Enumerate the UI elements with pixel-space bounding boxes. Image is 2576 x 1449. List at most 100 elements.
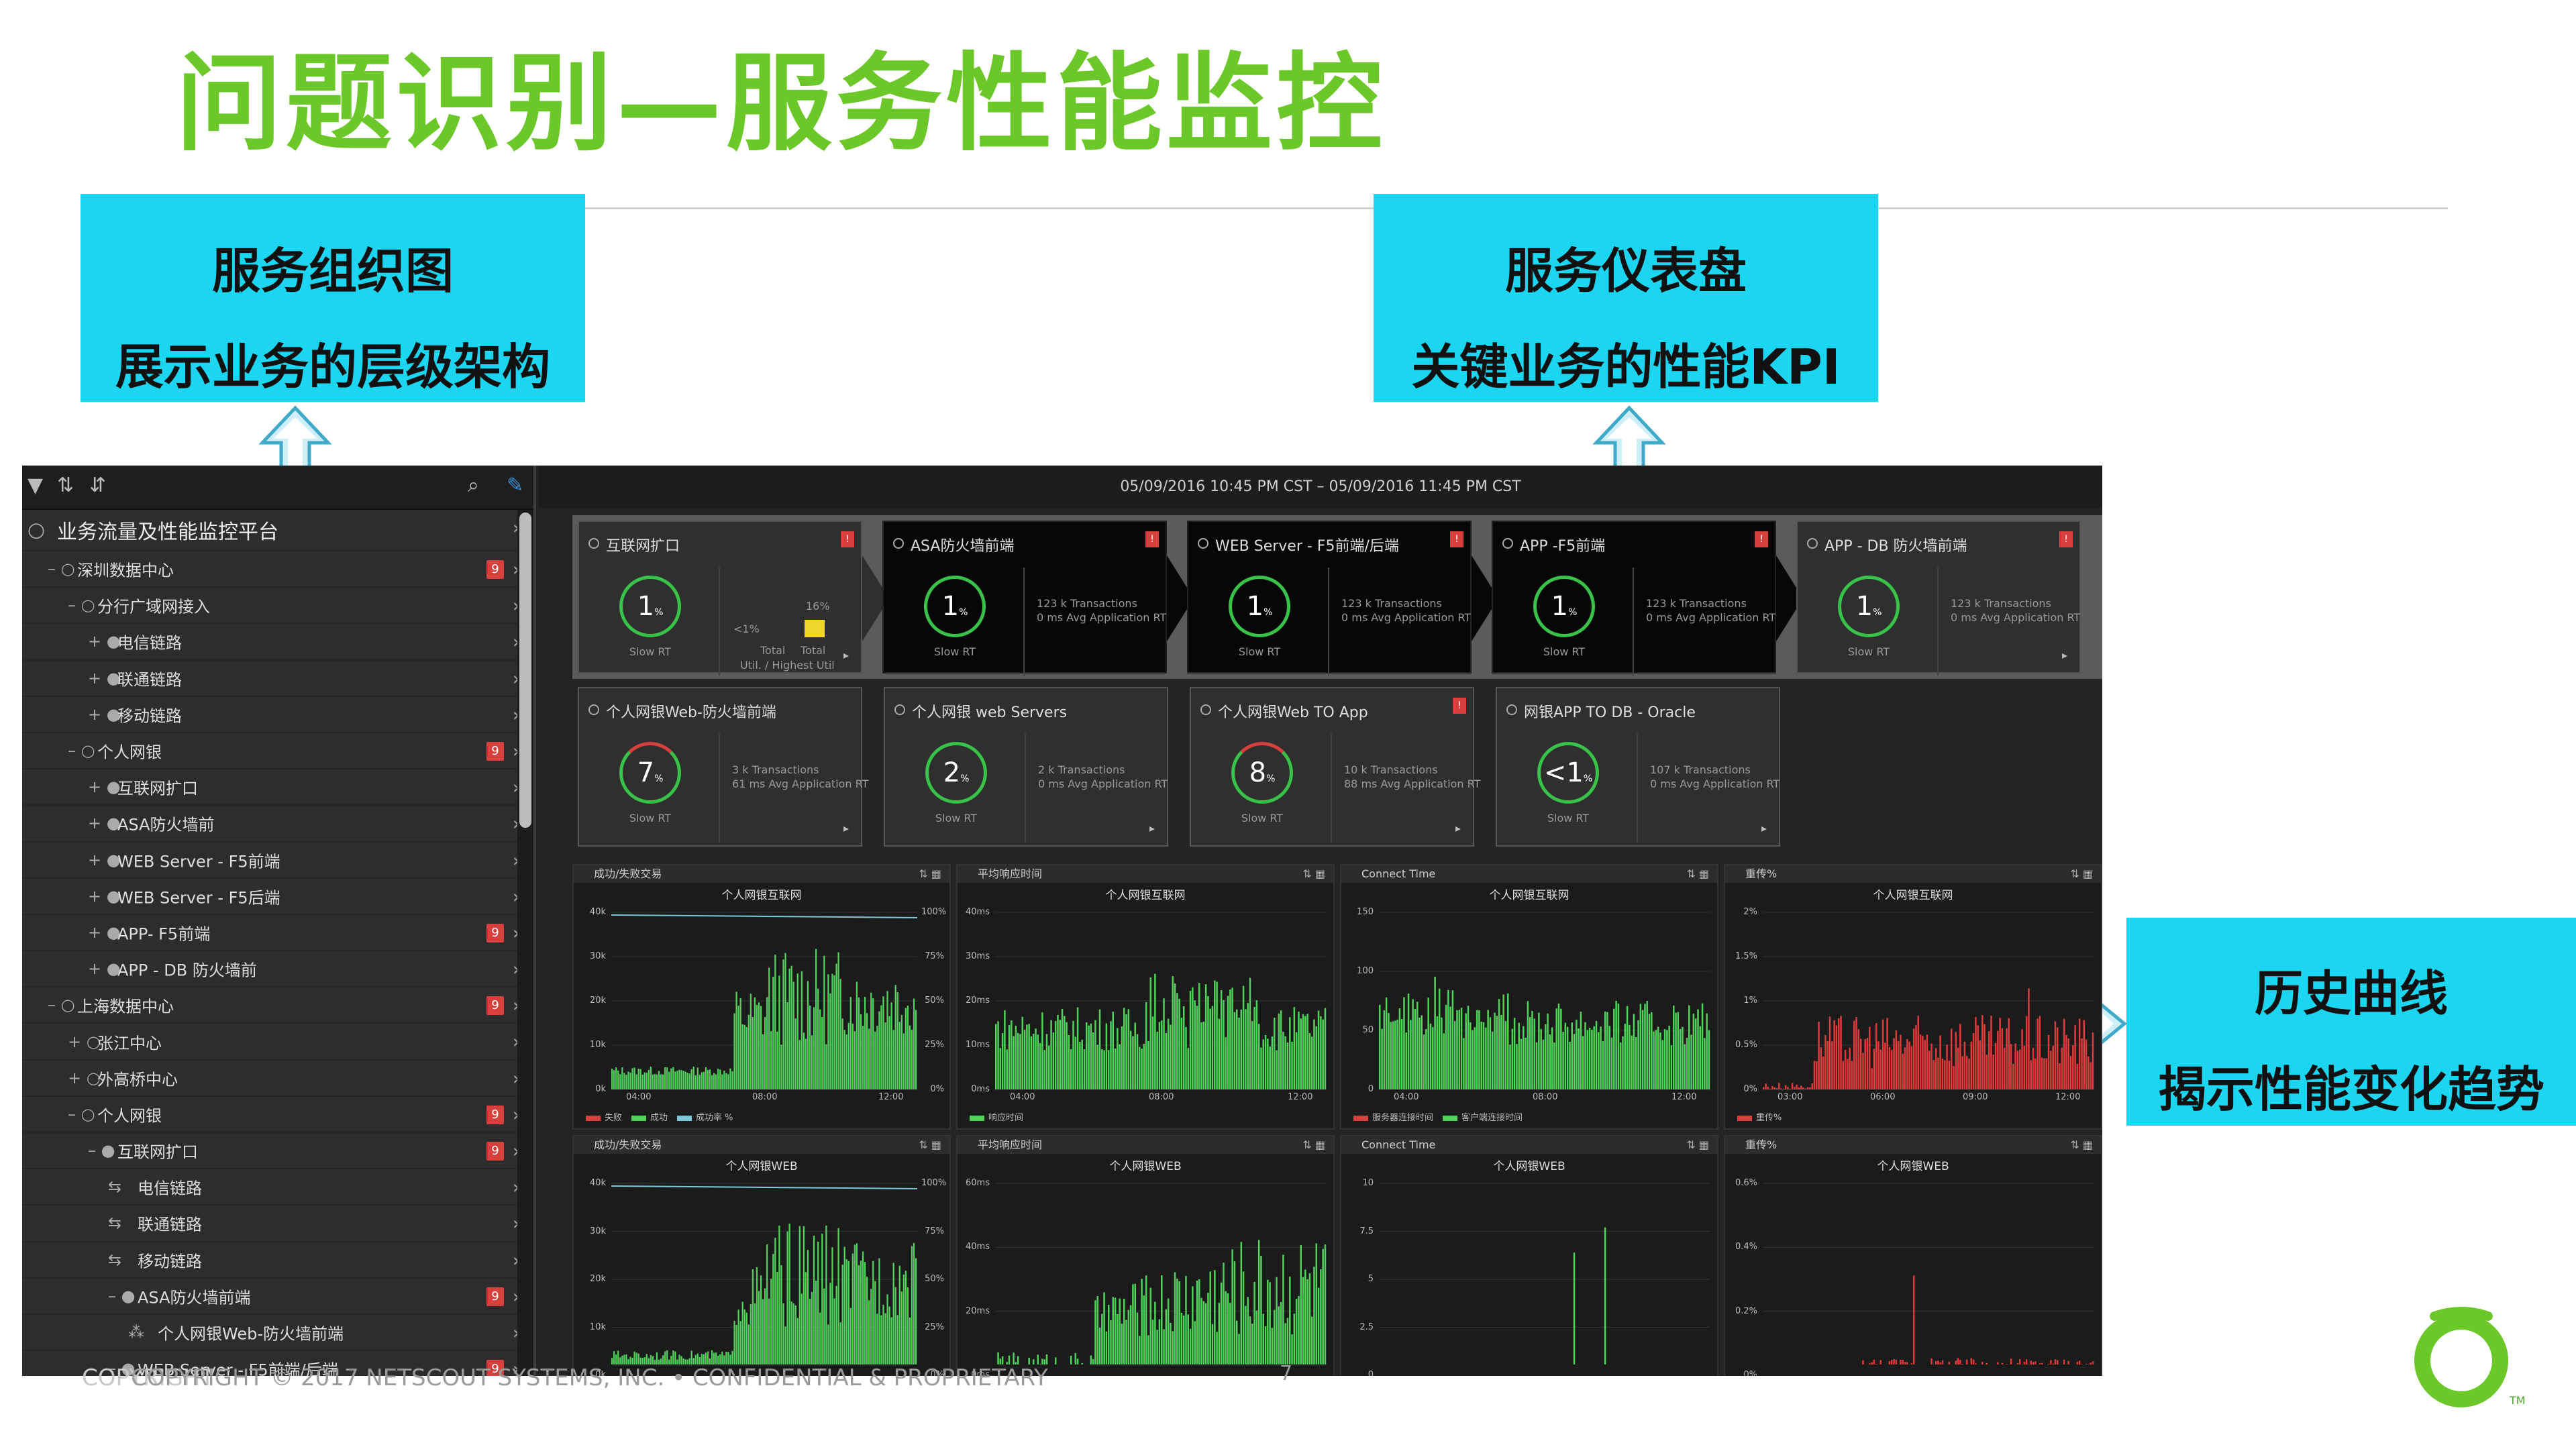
service-tile[interactable]: 个人网银Web TO App! 8% Slow RT 10 k Transaction… xyxy=(1190,687,1480,847)
chart-options-icon[interactable]: ⇅ ▦ xyxy=(2070,1136,2093,1154)
tree-item-prefix[interactable]: + ○ xyxy=(68,1069,101,1087)
legend-item[interactable]: 成功率 % xyxy=(677,1110,733,1123)
sort-asc-icon[interactable]: ⇅ xyxy=(57,474,74,497)
history-chart[interactable]: Connect Time ⇅ ▦ 个人网银互联网 150 100 50 0 04:00 08:0… xyxy=(1340,864,1718,1130)
tree-item-prefix[interactable]: ⁂ xyxy=(128,1323,144,1342)
tree-item-prefix[interactable]: – ○ xyxy=(68,1105,95,1124)
history-chart[interactable]: 成功/失败交易 ⇅ ▦ 个人网银WEB 40k 30k 20k 10k 0k 100% 75% 50… xyxy=(572,1135,951,1376)
tree-item[interactable]: + ○ 张江中心 › xyxy=(22,1024,533,1061)
service-tile[interactable]: APP -F5前端! 1% Slow RT 123 k Transactions 0 m… xyxy=(1492,521,1776,676)
legend-item[interactable]: 成功 xyxy=(631,1110,668,1123)
service-tile[interactable]: 互联网扩口! 1% Slow RT <1% 16% Total Total Util. / H… xyxy=(578,521,862,676)
chart-bar xyxy=(2003,1047,2006,1089)
tree-item[interactable]: + ● ASA防火墙前 › xyxy=(22,806,533,843)
legend-item[interactable]: 失败 xyxy=(586,1110,622,1123)
history-chart[interactable]: 成功/失败交易 ⇅ ▦ 个人网银互联网 40k 30k 20k 10k 0k 100% 75% 50… xyxy=(572,864,951,1130)
tree-item[interactable]: + ● APP - DB 防火墙前 › xyxy=(22,951,533,988)
tree-item-prefix[interactable]: + ○ xyxy=(68,1032,101,1051)
tree-item-prefix[interactable]: – ○ xyxy=(48,559,75,578)
tree-item[interactable]: + ● 电信链路 › xyxy=(22,624,533,661)
chart-options-icon[interactable]: ⇅ ▦ xyxy=(1686,865,1709,883)
chart-bar xyxy=(1837,1018,1840,1089)
tree-item-prefix[interactable]: – ● xyxy=(108,1287,136,1305)
tree-item-prefix[interactable]: – ● xyxy=(88,1141,115,1160)
tree-item-prefix[interactable]: + ● xyxy=(88,851,121,869)
chart-options-icon[interactable]: ⇅ ▦ xyxy=(1302,1136,1325,1154)
chart-bar xyxy=(1657,1026,1659,1089)
tree-item-prefix[interactable]: – ○ xyxy=(68,741,95,760)
date-range[interactable]: 05/09/2016 10:45 PM CST – 05/09/2016 11:… xyxy=(539,466,2102,508)
service-tile[interactable]: APP - DB 防火墙前端! 1% Slow RT 123 k Transactio… xyxy=(1796,521,2081,676)
tree-item[interactable]: – ○ 分行广域网接入 › xyxy=(22,588,533,625)
legend-item[interactable]: 客户端连接时间 xyxy=(1443,1110,1523,1123)
tree-item[interactable]: – ○ 深圳数据中心 9 › xyxy=(22,551,533,588)
chart-options-icon[interactable]: ⇅ ▦ xyxy=(919,865,941,883)
tree-item[interactable]: ⇆ 联通链路 › xyxy=(22,1205,533,1242)
tree-item-prefix[interactable]: ⇆ xyxy=(108,1177,121,1196)
tree-item-prefix[interactable]: ⇆ xyxy=(108,1214,121,1232)
tree-scrollbar[interactable] xyxy=(517,510,533,1376)
chart-bar xyxy=(995,1024,997,1089)
history-chart[interactable]: 重传%⇅ ▦个人网银WEB0.6%0.4%0.2%0%03:0006:0009:… xyxy=(1724,1135,2102,1376)
tree-item-prefix[interactable]: + ● xyxy=(88,814,121,833)
tree-item-prefix[interactable]: + ● xyxy=(88,777,121,796)
tree-item[interactable]: + ● WEB Server - F5后端 › xyxy=(22,879,533,915)
search-icon[interactable]: ⌕ xyxy=(468,474,479,497)
open-details-icon[interactable]: ▸ xyxy=(2062,649,2067,661)
tree-item[interactable]: + ○ 外高桥中心 › xyxy=(22,1061,533,1097)
legend-item[interactable]: 重传% xyxy=(1737,1110,1782,1123)
tree-item[interactable]: – ● ASA防火墙前端 9 › xyxy=(22,1279,533,1315)
tree-item-prefix[interactable]: ⇆ xyxy=(108,1250,121,1269)
tree-item[interactable]: – ○ 个人网银 9 › xyxy=(22,1097,533,1133)
open-details-icon[interactable]: ▸ xyxy=(1455,822,1461,835)
tree-item[interactable]: ○ 业务流量及性能监控平台 › xyxy=(22,510,533,551)
chart-options-icon[interactable]: ⇅ ▦ xyxy=(919,1136,941,1154)
tree-item-prefix[interactable]: + ● xyxy=(88,705,121,724)
service-tile[interactable]: ASA防火墙前端! 1% Slow RT 123 k Transactions 0 ms… xyxy=(882,521,1167,676)
tree-item-prefix[interactable]: + ● xyxy=(88,959,121,978)
tree-item[interactable]: – ○ 上海数据中心 9 › xyxy=(22,987,533,1024)
chart-bar xyxy=(1008,1355,1011,1364)
scrollbar-thumb[interactable] xyxy=(519,513,531,828)
history-chart[interactable]: 平均响应时间 ⇅ ▦ 个人网银互联网 40ms 30ms 20ms 10ms 0ms 04:00… xyxy=(956,864,1335,1130)
tree-item[interactable]: ⇆ 电信链路 › xyxy=(22,1169,533,1206)
service-tile[interactable]: WEB Server - F5前端/后端! 1% Slow RT 123 k Tran… xyxy=(1187,521,1472,676)
history-chart[interactable]: Connect Time⇅ ▦个人网银WEB107.552.5004:0008:… xyxy=(1340,1135,1718,1376)
tree-item-prefix[interactable]: + ● xyxy=(88,669,121,688)
tree-item-prefix[interactable]: + ● xyxy=(88,887,121,906)
chart-options-icon[interactable]: ⇅ ▦ xyxy=(2070,865,2093,883)
open-details-icon[interactable]: ▸ xyxy=(1149,822,1155,835)
service-tile[interactable]: 网银APP TO DB - Oracle <1% Slow RT 107 k Tran… xyxy=(1496,687,1780,847)
tree-item[interactable]: ⇆ 移动链路 › xyxy=(22,1242,533,1279)
history-chart[interactable]: 重传% ⇅ ▦ 个人网银互联网 2% 1.5% 1% 0.5% 0% 03:00 06:00 09:… xyxy=(1724,864,2102,1130)
service-tile[interactable]: 个人网银Web-防火墙前端 7% Slow RT 3 k Transactions 61… xyxy=(578,687,868,847)
legend-item[interactable]: 服务器连接时间 xyxy=(1353,1110,1433,1123)
tree-item-prefix[interactable]: + ● xyxy=(88,923,121,942)
service-tile[interactable]: 个人网银 web Servers 2% Slow RT 2 k Transaction… xyxy=(884,687,1168,847)
sort-desc-icon[interactable]: ⇵ xyxy=(89,474,106,497)
tree-item[interactable]: + ● 移动链路 › xyxy=(22,697,533,733)
pin-icon[interactable]: ✎ xyxy=(507,474,523,497)
tree-item[interactable]: + ● WEB Server - F5前端 › xyxy=(22,843,533,879)
chart-options-icon[interactable]: ⇅ ▦ xyxy=(1302,865,1325,883)
tree-item[interactable]: – ● 互联网扩口 9 › xyxy=(22,1133,533,1170)
history-chart[interactable]: 平均响应时间⇅ ▦个人网银WEB60ms40ms20ms0ms04:0008:0… xyxy=(956,1135,1335,1376)
tree-item[interactable]: + ● 互联网扩口 › xyxy=(22,769,533,806)
tree-item-prefix[interactable]: – ○ xyxy=(68,596,95,614)
tree-item[interactable]: + ● 联通链路 › xyxy=(22,661,533,697)
chart-bar xyxy=(1218,1303,1221,1364)
tree-item-prefix[interactable]: – ○ xyxy=(48,996,75,1014)
tree-item-prefix[interactable]: ○ xyxy=(28,519,45,542)
open-details-icon[interactable]: ▸ xyxy=(843,649,849,661)
open-details-icon[interactable]: ▸ xyxy=(1761,822,1767,835)
legend-item[interactable]: 响应时间 xyxy=(970,1110,1023,1123)
chart-options-icon[interactable]: ⇅ ▦ xyxy=(1686,1136,1709,1154)
tree-item[interactable]: – ○ 个人网银 9 › xyxy=(22,733,533,770)
tree-item[interactable]: ⁂ 个人网银Web-防火墙前端 › xyxy=(22,1315,533,1352)
filter-icon[interactable]: ▼ xyxy=(28,474,43,497)
chart-bar xyxy=(729,1354,731,1364)
chart-bar xyxy=(1529,1016,1531,1089)
open-details-icon[interactable]: ▸ xyxy=(843,822,849,835)
tree-item[interactable]: + ● APP- F5前端 9 › xyxy=(22,915,533,952)
tree-item-prefix[interactable]: + ● xyxy=(88,632,121,651)
